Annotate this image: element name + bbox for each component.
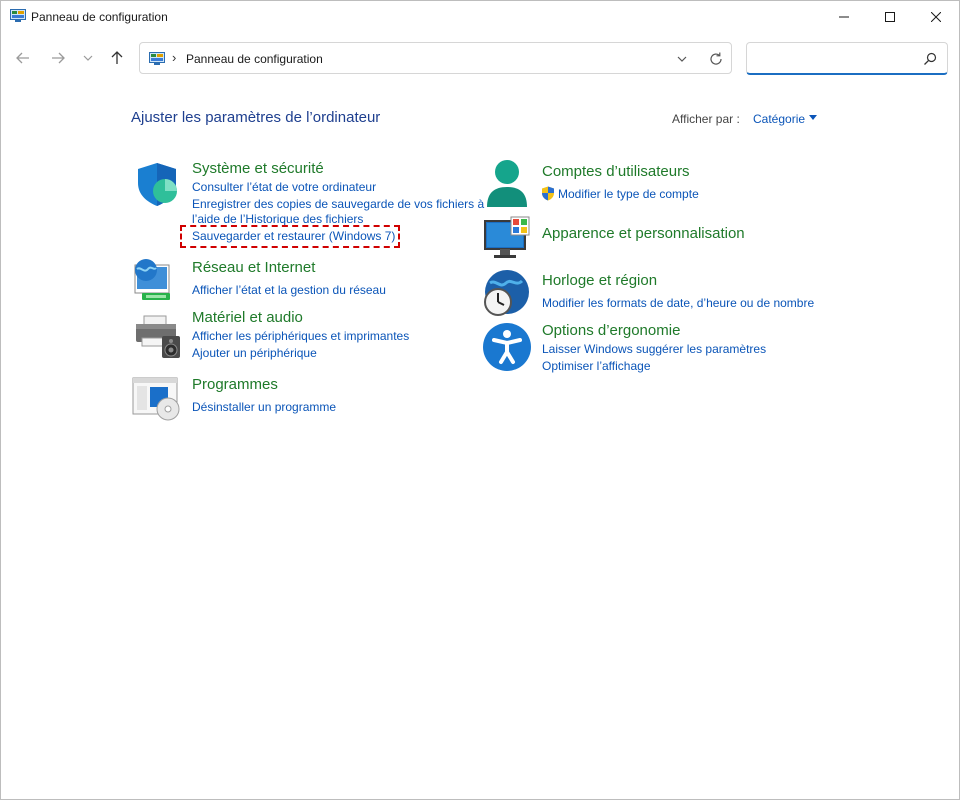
view-by-label: Afficher par : xyxy=(672,112,740,126)
breadcrumb-control-panel[interactable]: Panneau de configuration xyxy=(186,52,323,66)
link-network-status[interactable]: Afficher l’état et la gestion du réseau xyxy=(192,283,386,298)
category-title-network-internet[interactable]: Réseau et Internet xyxy=(192,259,315,276)
category-title-system-security[interactable]: Système et sécurité xyxy=(192,160,324,177)
back-arrow-icon xyxy=(16,52,29,64)
link-file-history-line1[interactable]: Enregistrer des copies de sauvegarde de … xyxy=(192,197,484,212)
appearance-monitor-icon[interactable] xyxy=(484,216,532,260)
forward-button[interactable] xyxy=(47,47,69,69)
link-check-computer-status[interactable]: Consulter l’état de votre ordinateur xyxy=(192,180,376,195)
close-icon xyxy=(931,12,941,22)
link-devices-printers[interactable]: Afficher les périphériques et imprimante… xyxy=(192,329,409,344)
link-change-account-type[interactable]: Modifier le type de compte xyxy=(558,187,699,202)
chevron-down-icon xyxy=(83,55,93,61)
highlight-box xyxy=(180,225,400,248)
link-optimize-display[interactable]: Optimiser l’affichage xyxy=(542,359,651,374)
category-title-hardware-sound[interactable]: Matériel et audio xyxy=(192,309,303,326)
forward-arrow-icon xyxy=(52,52,65,64)
category-title-appearance[interactable]: Apparence et personnalisation xyxy=(542,225,745,242)
category-title-ease-of-access[interactable]: Options d’ergonomie xyxy=(542,322,680,339)
category-title-clock-region[interactable]: Horloge et région xyxy=(542,272,657,289)
link-uninstall-program[interactable]: Désinstaller un programme xyxy=(192,400,336,415)
dropdown-arrow-icon[interactable] xyxy=(809,115,817,120)
link-date-time-formats[interactable]: Modifier les formats de date, d’heure ou… xyxy=(542,296,814,311)
back-button[interactable] xyxy=(12,47,34,69)
control-panel-window: Panneau de configuration › Panneau de co… xyxy=(0,0,960,800)
link-add-device[interactable]: Ajouter un périphérique xyxy=(192,346,317,361)
user-accounts-icon[interactable] xyxy=(484,159,530,209)
uac-shield-icon xyxy=(542,186,554,201)
category-title-user-accounts[interactable]: Comptes d’utilisateurs xyxy=(542,163,690,180)
recent-locations-button[interactable] xyxy=(77,47,99,69)
close-button[interactable] xyxy=(913,1,959,33)
printer-icon[interactable] xyxy=(134,314,182,360)
breadcrumb-separator[interactable]: › xyxy=(172,50,176,65)
maximize-button[interactable] xyxy=(867,1,913,33)
maximize-icon xyxy=(885,12,895,22)
minimize-button[interactable] xyxy=(821,1,867,33)
network-globe-icon[interactable] xyxy=(132,257,178,303)
page-title: Ajuster les paramètres de l’ordinateur xyxy=(131,109,381,126)
view-by-dropdown[interactable]: Catégorie xyxy=(753,112,805,126)
programs-icon[interactable] xyxy=(132,377,182,421)
minimize-icon xyxy=(839,16,849,18)
search-icon[interactable] xyxy=(923,52,937,66)
clock-globe-icon[interactable] xyxy=(482,269,532,319)
refresh-icon[interactable] xyxy=(708,51,724,67)
link-windows-suggest-settings[interactable]: Laisser Windows suggérer les paramètres xyxy=(542,342,766,357)
accessibility-icon[interactable] xyxy=(482,322,532,372)
up-button[interactable] xyxy=(106,47,128,69)
control-panel-icon xyxy=(10,9,26,22)
search-input[interactable] xyxy=(746,42,948,75)
shield-icon[interactable] xyxy=(134,161,180,207)
title-bar: Panneau de configuration xyxy=(1,1,959,33)
address-bar[interactable]: › Panneau de configuration xyxy=(139,42,732,74)
control-panel-icon xyxy=(149,52,165,65)
category-title-programs[interactable]: Programmes xyxy=(192,376,278,393)
chevron-down-icon[interactable] xyxy=(675,52,689,66)
window-title: Panneau de configuration xyxy=(31,10,168,24)
up-arrow-icon xyxy=(111,51,123,64)
